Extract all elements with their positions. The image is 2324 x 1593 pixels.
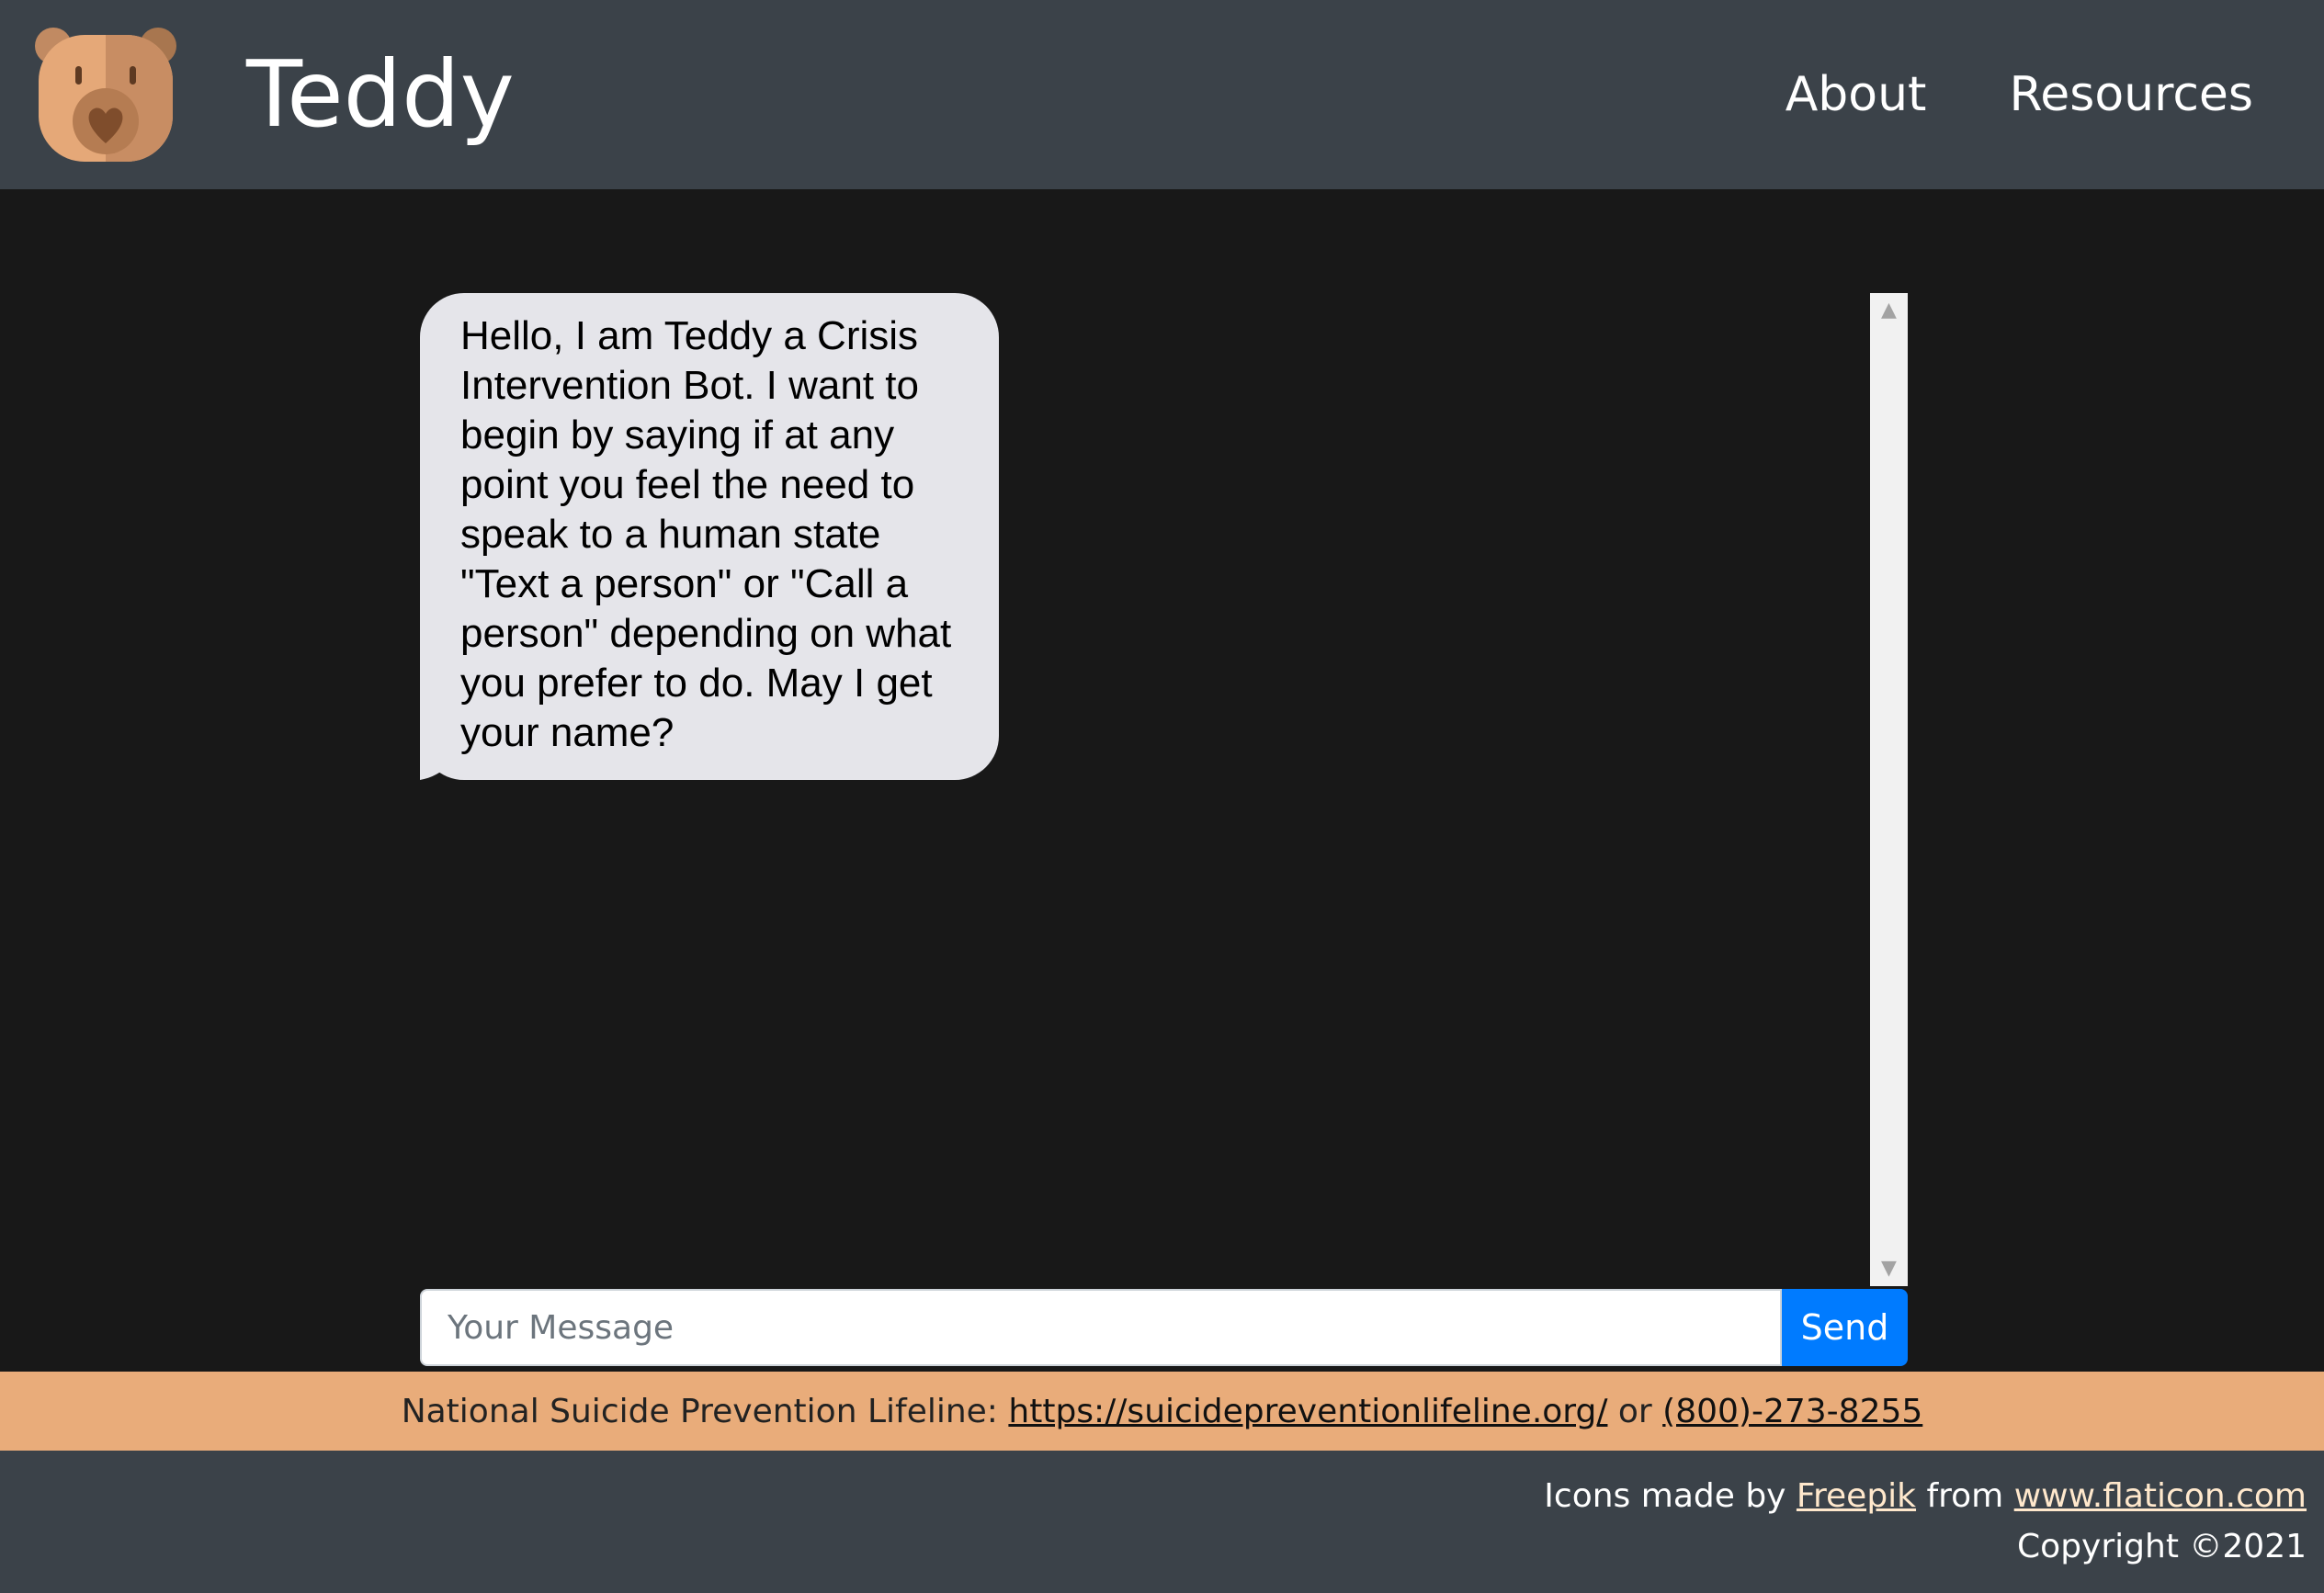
message-input[interactable] (420, 1289, 1782, 1366)
lifeline-phone-link[interactable]: (800)-273-8255 (1662, 1393, 1922, 1430)
message-input-row: Send (420, 1289, 1908, 1366)
chat-window: Hello, I am Teddy a Crisis Intervention … (420, 293, 1870, 1286)
bot-message-bubble: Hello, I am Teddy a Crisis Intervention … (420, 293, 999, 780)
footer: Icons made by Freepik from www.flaticon.… (0, 1451, 2324, 1593)
flaticon-link[interactable]: www.flaticon.com (2014, 1477, 2307, 1515)
nav-links: About Resources (1786, 0, 2253, 189)
credit-prefix: Icons made by (1544, 1477, 1797, 1515)
footer-credit: Icons made by Freepik from www.flaticon.… (1544, 1477, 2307, 1515)
scroll-up-arrow-icon[interactable]: ▲ (1870, 297, 1908, 324)
navbar: Teddy About Resources (0, 0, 2324, 189)
lifeline-url-link[interactable]: https://suicidepreventionlifeline.org/ (1008, 1393, 1607, 1430)
copyright-text: Copyright ©2021 (2017, 1528, 2307, 1565)
scroll-down-arrow-icon[interactable]: ▼ (1870, 1255, 1908, 1282)
nav-link-about[interactable]: About (1786, 67, 1927, 122)
brand-link[interactable]: Teddy (29, 26, 515, 164)
bot-message-text: Hello, I am Teddy a Crisis Intervention … (460, 313, 952, 755)
nav-link-resources[interactable]: Resources (2009, 67, 2253, 122)
lifeline-banner: National Suicide Prevention Lifeline: ht… (0, 1372, 2324, 1451)
lifeline-label: National Suicide Prevention Lifeline: (401, 1392, 1009, 1430)
chat-scrollbar[interactable]: ▲ ▼ (1870, 293, 1908, 1286)
send-button[interactable]: Send (1782, 1289, 1908, 1366)
credit-middle: from (1916, 1477, 2014, 1515)
teddy-bear-icon (35, 28, 176, 162)
freepik-link[interactable]: Freepik (1797, 1477, 1916, 1515)
page: Teddy About Resources Hello, I am Teddy … (0, 0, 2324, 1593)
brand-name: Teddy (246, 40, 515, 148)
lifeline-separator: or (1607, 1392, 1663, 1430)
